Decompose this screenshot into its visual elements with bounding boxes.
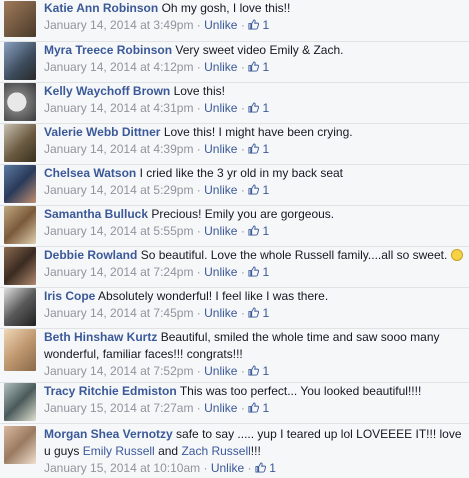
comment-text: Precious! Emily you are gorgeous.	[151, 207, 335, 221]
avatar[interactable]	[4, 426, 36, 464]
unlike-link[interactable]: Unlike	[204, 224, 237, 238]
thumbs-up-icon	[248, 184, 260, 195]
thumbs-up-icon	[248, 266, 260, 277]
like-count[interactable]: 1	[255, 461, 276, 475]
like-count[interactable]: 1	[248, 401, 269, 415]
unlike-link[interactable]: Unlike	[204, 60, 237, 74]
commenter-name[interactable]: Myra Treece Robinson	[44, 43, 172, 57]
thumbs-up-icon	[248, 307, 260, 318]
comment-text: Love this! I might have been crying.	[163, 125, 353, 139]
comment-timestamp[interactable]: January 14, 2014 at 3:49pm	[44, 18, 193, 32]
comment: Samantha Bulluck Precious! Emily you are…	[0, 205, 469, 247]
thumbs-up-icon	[248, 19, 260, 30]
comment: Morgan Shea Vernotzy safe to say ..... y…	[0, 423, 469, 478]
unlike-link[interactable]: Unlike	[204, 306, 237, 320]
avatar[interactable]	[4, 124, 36, 162]
mention-link[interactable]: Zach Russell	[181, 444, 250, 458]
avatar[interactable]	[4, 206, 36, 244]
thumbs-up-icon	[248, 225, 260, 236]
like-count[interactable]: 1	[248, 224, 269, 238]
comment: Iris Cope Absolutely wonderful! I feel l…	[0, 287, 469, 329]
avatar[interactable]	[4, 165, 36, 203]
commenter-name[interactable]: Samantha Bulluck	[44, 207, 148, 221]
comment-timestamp[interactable]: January 14, 2014 at 5:55pm	[44, 224, 193, 238]
comment: Beth Hinshaw Kurtz Beautiful, smiled the…	[0, 328, 469, 383]
comment-text: So beautiful. Love the whole Russell fam…	[140, 248, 448, 262]
smiley-emoji-icon	[450, 249, 463, 261]
commenter-name[interactable]: Debbie Rowland	[44, 248, 137, 262]
unlike-link[interactable]: Unlike	[211, 461, 244, 475]
comment: Katie Ann Robinson Oh my gosh, I love th…	[0, 0, 469, 42]
like-count[interactable]: 1	[248, 18, 269, 32]
thumbs-up-icon	[248, 143, 260, 154]
unlike-link[interactable]: Unlike	[204, 18, 237, 32]
like-count[interactable]: 1	[248, 142, 269, 156]
unlike-link[interactable]: Unlike	[204, 101, 237, 115]
avatar[interactable]	[4, 383, 36, 421]
commenter-name[interactable]: Kelly Waychoff Brown	[44, 84, 170, 98]
comment-text: Oh my gosh, I love this!!	[161, 1, 291, 15]
comment-text: This was too perfect... You looked beaut…	[179, 384, 422, 398]
comment: Chelsea Watson I cried like the 3 yr old…	[0, 164, 469, 206]
like-count[interactable]: 1	[248, 101, 269, 115]
unlike-link[interactable]: Unlike	[204, 401, 237, 415]
comment-timestamp[interactable]: January 14, 2014 at 7:24pm	[44, 265, 193, 279]
comment-timestamp[interactable]: January 14, 2014 at 7:52pm	[44, 364, 193, 378]
unlike-link[interactable]: Unlike	[204, 265, 237, 279]
comment: Kelly Waychoff Brown Love this! January …	[0, 82, 469, 124]
unlike-link[interactable]: Unlike	[204, 142, 237, 156]
commenter-name[interactable]: Tracy Ritchie Edmiston	[44, 384, 177, 398]
avatar[interactable]	[4, 288, 36, 326]
commenter-name[interactable]: Morgan Shea Vernotzy	[44, 427, 173, 441]
avatar[interactable]	[4, 83, 36, 121]
avatar[interactable]	[4, 42, 36, 80]
comment: Valerie Webb Dittner Love this! I might …	[0, 123, 469, 165]
thumbs-up-icon	[248, 402, 260, 413]
avatar[interactable]	[4, 247, 36, 285]
comment-timestamp[interactable]: January 15, 2014 at 10:10am	[44, 461, 200, 475]
mention-link[interactable]: Emily Russell	[83, 444, 155, 458]
commenter-name[interactable]: Beth Hinshaw Kurtz	[44, 330, 157, 344]
comment: Tracy Ritchie Edmiston This was too perf…	[0, 382, 469, 424]
commenter-name[interactable]: Chelsea Watson	[44, 166, 136, 180]
comment-timestamp[interactable]: January 14, 2014 at 5:29pm	[44, 183, 193, 197]
thumbs-up-icon	[248, 102, 260, 113]
unlike-link[interactable]: Unlike	[204, 183, 237, 197]
comment-text: Absolutely wonderful! I feel like I was …	[98, 289, 329, 303]
comment-text: Love this!	[173, 84, 225, 98]
comment-timestamp[interactable]: January 14, 2014 at 7:45pm	[44, 306, 193, 320]
thumbs-up-icon	[255, 462, 266, 473]
thumbs-up-icon	[248, 365, 260, 376]
like-count[interactable]: 1	[248, 183, 269, 197]
comment-text: Very sweet video Emily & Zach.	[175, 43, 344, 57]
like-count[interactable]: 1	[248, 60, 269, 74]
commenter-name[interactable]: Katie Ann Robinson	[44, 1, 158, 15]
commenter-name[interactable]: Iris Cope	[44, 289, 95, 303]
avatar[interactable]	[4, 329, 36, 371]
unlike-link[interactable]: Unlike	[204, 364, 237, 378]
comment-timestamp[interactable]: January 14, 2014 at 4:12pm	[44, 60, 193, 74]
like-count[interactable]: 1	[248, 265, 269, 279]
thumbs-up-icon	[248, 61, 260, 72]
comment-timestamp[interactable]: January 14, 2014 at 4:31pm	[44, 101, 193, 115]
comment: Debbie Rowland So beautiful. Love the wh…	[0, 246, 469, 288]
avatar[interactable]	[4, 1, 36, 37]
commenter-name[interactable]: Valerie Webb Dittner	[44, 125, 160, 139]
comment-timestamp[interactable]: January 14, 2014 at 4:39pm	[44, 142, 193, 156]
like-count[interactable]: 1	[248, 306, 269, 320]
comment: Myra Treece Robinson Very sweet video Em…	[0, 41, 469, 83]
comment-timestamp[interactable]: January 15, 2014 at 7:27am	[44, 401, 193, 415]
comment-text: I cried like the 3 yr old in my back sea…	[139, 166, 344, 180]
like-count[interactable]: 1	[248, 364, 269, 378]
